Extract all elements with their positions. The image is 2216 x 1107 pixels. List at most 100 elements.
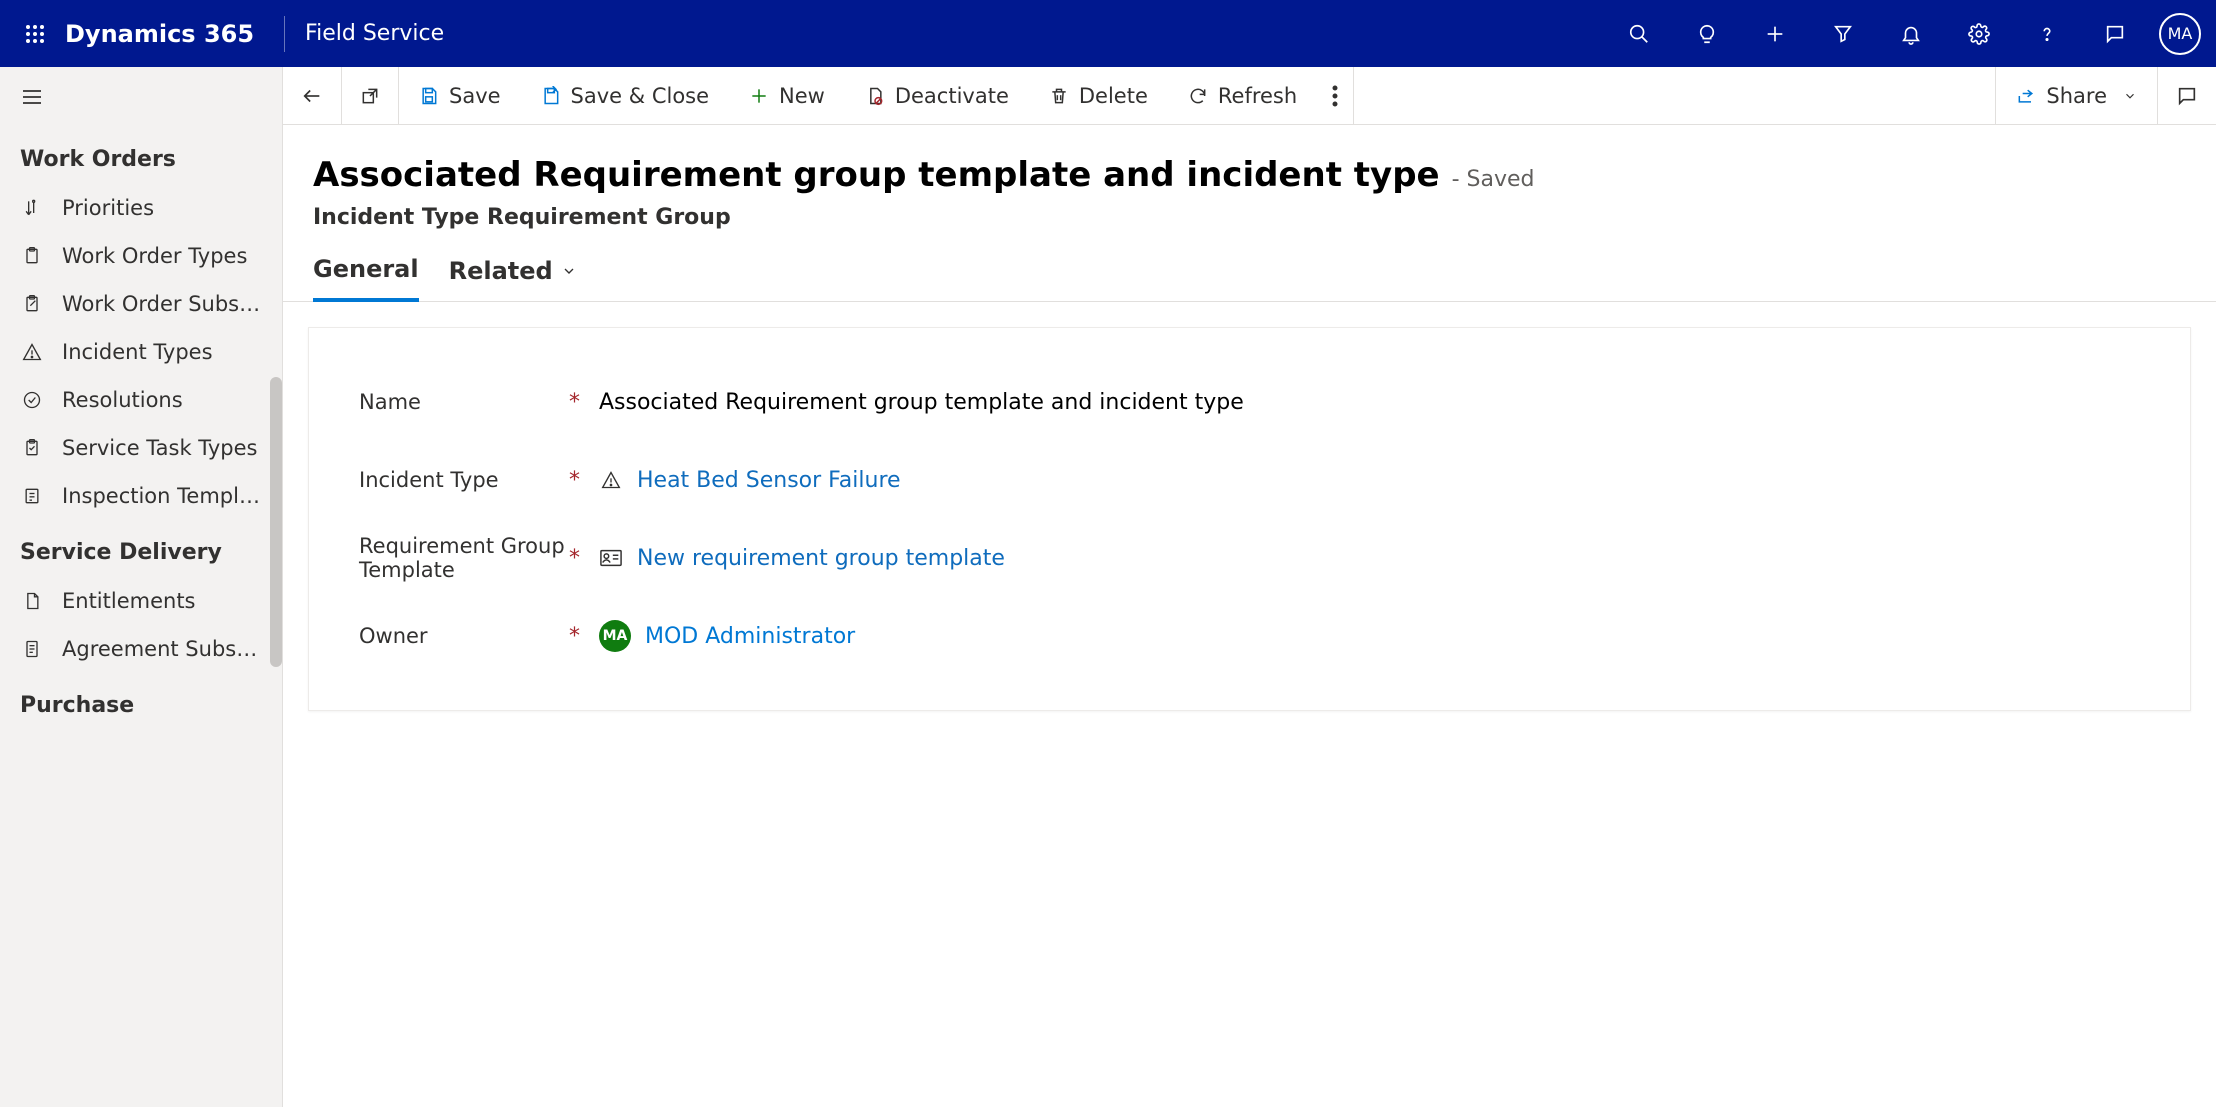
check-circle-icon	[20, 388, 44, 412]
notifications-button[interactable]	[1877, 0, 1945, 67]
tab-label: General	[313, 255, 419, 283]
field-incident-type: Incident Type * Heat Bed Sensor Failure	[359, 441, 2140, 519]
quick-create-button[interactable]	[1741, 0, 1809, 67]
global-header: Dynamics 365 Field Service	[0, 0, 2216, 67]
advanced-find-button[interactable]	[1809, 0, 1877, 67]
lookup-link[interactable]: MOD Administrator	[645, 624, 855, 649]
chat-icon	[2104, 23, 2126, 45]
share-button[interactable]: Share	[1996, 67, 2157, 124]
app-launcher-button[interactable]	[15, 14, 55, 54]
sidebar-item-inspection-templates[interactable]: Inspection Templa...	[0, 472, 282, 520]
help-icon	[2036, 23, 2058, 45]
form-card: Name * Associated Requirement group temp…	[308, 327, 2191, 711]
new-label: New	[779, 84, 825, 108]
trash-icon	[1049, 86, 1069, 106]
sidebar-section-work-orders: Work Orders	[0, 127, 282, 184]
header-divider	[284, 16, 285, 52]
waffle-icon	[25, 24, 45, 44]
search-icon	[1628, 23, 1650, 45]
plus-icon	[749, 86, 769, 106]
form-tabs: General Related	[283, 230, 2216, 302]
owner-lookup[interactable]: MA MOD Administrator	[599, 620, 2140, 652]
more-vertical-icon	[1332, 85, 1338, 107]
tab-label: Related	[449, 257, 553, 285]
delete-button[interactable]: Delete	[1029, 67, 1168, 124]
user-avatar[interactable]: MA	[2159, 13, 2201, 55]
name-input[interactable]: Associated Requirement group template an…	[599, 390, 2140, 415]
priority-icon	[20, 196, 44, 220]
sidebar-section-purchase: Purchase	[0, 673, 282, 730]
lookup-link[interactable]: Heat Bed Sensor Failure	[637, 468, 901, 493]
share-label: Share	[2046, 84, 2107, 108]
save-icon	[419, 86, 439, 106]
refresh-icon	[1188, 86, 1208, 106]
sitemap-sidebar: Work Orders Priorities Work Order Types …	[0, 67, 283, 1107]
sidebar-item-incident-types[interactable]: Incident Types	[0, 328, 282, 376]
record-saved-status: - Saved	[1452, 167, 1535, 192]
deactivate-icon	[865, 86, 885, 106]
field-label: Name	[359, 390, 569, 414]
required-indicator: *	[569, 546, 599, 571]
gear-icon	[1968, 23, 1990, 45]
required-indicator: *	[569, 468, 599, 493]
sidebar-collapse-button[interactable]	[0, 67, 282, 127]
save-close-button[interactable]: Save & Close	[521, 67, 729, 124]
sidebar-item-work-order-types[interactable]: Work Order Types	[0, 232, 282, 280]
plus-icon	[1764, 23, 1786, 45]
sidebar-item-work-order-substatus[interactable]: Work Order Subst...	[0, 280, 282, 328]
warning-icon	[20, 340, 44, 364]
command-bar: Save Save & Close New Deactivate	[283, 67, 2216, 125]
deactivate-label: Deactivate	[895, 84, 1009, 108]
refresh-label: Refresh	[1218, 84, 1297, 108]
sidebar-item-label: Resolutions	[62, 388, 262, 412]
chevron-down-icon	[2123, 89, 2137, 103]
required-indicator: *	[569, 390, 599, 415]
app-name-label[interactable]: Field Service	[305, 21, 444, 46]
field-label: Incident Type	[359, 468, 569, 492]
sidebar-item-service-task-types[interactable]: Service Task Types	[0, 424, 282, 472]
sidebar-section-service-delivery: Service Delivery	[0, 520, 282, 577]
brand-label[interactable]: Dynamics 365	[65, 20, 254, 48]
save-close-icon	[541, 86, 561, 106]
sidebar-item-agreement-substatus[interactable]: Agreement Subst...	[0, 625, 282, 673]
incident-type-lookup[interactable]: Heat Bed Sensor Failure	[599, 468, 2140, 493]
settings-button[interactable]	[1945, 0, 2013, 67]
save-close-label: Save & Close	[571, 84, 709, 108]
open-in-new-window-button[interactable]	[342, 67, 399, 124]
help-button[interactable]	[2013, 0, 2081, 67]
sidebar-item-label: Service Task Types	[62, 436, 262, 460]
required-indicator: *	[569, 624, 599, 649]
lightbulb-icon	[1696, 23, 1718, 45]
field-name: Name * Associated Requirement group temp…	[359, 363, 2140, 441]
field-label: Owner	[359, 624, 569, 648]
tab-general[interactable]: General	[313, 255, 419, 302]
more-commands-button[interactable]	[1317, 67, 1353, 124]
sidebar-item-resolutions[interactable]: Resolutions	[0, 376, 282, 424]
field-owner: Owner * MA MOD Administrator	[359, 597, 2140, 675]
sidebar-item-entitlements[interactable]: Entitlements	[0, 577, 282, 625]
back-icon	[301, 85, 323, 107]
back-button[interactable]	[283, 67, 342, 124]
save-label: Save	[449, 84, 501, 108]
template-icon	[20, 484, 44, 508]
new-button[interactable]: New	[729, 67, 845, 124]
insights-button[interactable]	[1673, 0, 1741, 67]
task-icon	[20, 436, 44, 460]
refresh-button[interactable]: Refresh	[1168, 67, 1317, 124]
assistant-button[interactable]	[2081, 0, 2149, 67]
deactivate-button[interactable]: Deactivate	[845, 67, 1029, 124]
search-button[interactable]	[1605, 0, 1673, 67]
owner-avatar: MA	[599, 620, 631, 652]
assistant-panel-button[interactable]	[2158, 67, 2216, 124]
sidebar-scrollbar[interactable]	[270, 377, 282, 667]
doc-icon	[20, 589, 44, 613]
avatar-initials: MA	[2168, 24, 2193, 43]
lookup-link[interactable]: New requirement group template	[637, 546, 1005, 571]
field-requirement-group-template: Requirement Group Template * New require…	[359, 519, 2140, 597]
requirement-group-template-lookup[interactable]: New requirement group template	[599, 546, 2140, 571]
save-button[interactable]: Save	[399, 67, 521, 124]
record-title: Associated Requirement group template an…	[313, 155, 1440, 195]
record-entity-name: Incident Type Requirement Group	[313, 205, 2186, 230]
tab-related[interactable]: Related	[449, 257, 577, 300]
sidebar-item-priorities[interactable]: Priorities	[0, 184, 282, 232]
